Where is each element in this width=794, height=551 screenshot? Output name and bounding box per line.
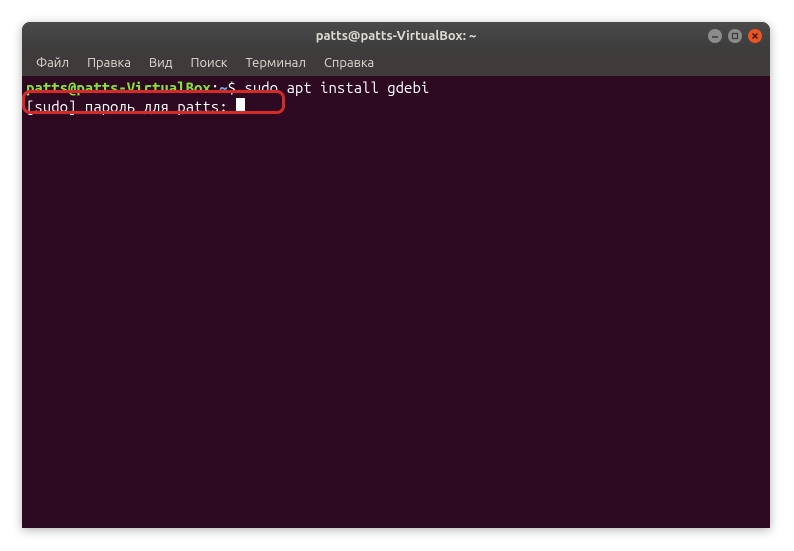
prompt-symbol: $ [228, 79, 236, 96]
terminal-line-1: patts@patts-VirtualBox:~$ sudo apt insta… [26, 78, 766, 97]
menu-search[interactable]: Поиск [182, 53, 235, 73]
window-title: patts@patts-VirtualBox: ~ [316, 29, 477, 43]
menu-file[interactable]: Файл [28, 53, 77, 73]
prompt-sep: : [211, 79, 219, 96]
menu-help[interactable]: Справка [316, 53, 382, 73]
close-icon [751, 32, 759, 40]
minimize-button[interactable] [708, 29, 722, 43]
menu-terminal[interactable]: Терминал [237, 53, 313, 73]
terminal-body[interactable]: patts@patts-VirtualBox:~$ sudo apt insta… [22, 76, 770, 528]
titlebar[interactable]: patts@patts-VirtualBox: ~ [22, 22, 770, 50]
terminal-window: patts@patts-VirtualBox: ~ Файл Правка Ви… [22, 22, 770, 528]
menu-view[interactable]: Вид [141, 53, 181, 73]
cursor [236, 98, 245, 114]
window-controls [708, 29, 762, 43]
maximize-button[interactable] [728, 29, 742, 43]
minimize-icon [711, 32, 719, 40]
close-button[interactable] [748, 29, 762, 43]
menubar: Файл Правка Вид Поиск Терминал Справка [22, 50, 770, 76]
sudo-prompt-text: [sudo] пароль для patts: [26, 98, 236, 115]
prompt-user-host: patts@patts-VirtualBox [26, 79, 211, 96]
terminal-line-2: [sudo] пароль для patts: [26, 97, 766, 116]
prompt-path: ~ [219, 79, 227, 96]
command-text: sudo apt install gdebi [236, 79, 429, 96]
command-value: sudo apt install gdebi [244, 79, 429, 96]
menu-edit[interactable]: Правка [79, 53, 139, 73]
maximize-icon [731, 32, 739, 40]
